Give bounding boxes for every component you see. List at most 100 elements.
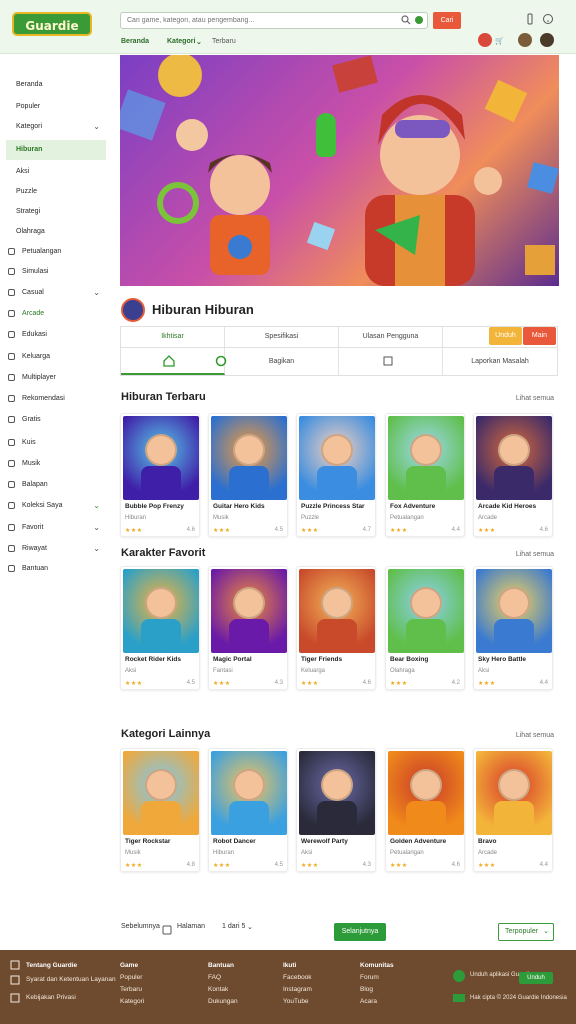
game-card[interactable]: Tiger Rockstar Musik ★★★ 4.8 [120,748,200,872]
game-card[interactable]: Bravo Arcade ★★★ 4.4 [473,748,553,872]
site-logo[interactable]: Guardie [12,12,92,36]
chevron-down-icon[interactable]: ⌄ [247,923,253,931]
tab-reviews[interactable]: Ulasan Pengguna [339,327,443,347]
sidebar-item[interactable]: Simulasi [6,262,106,282]
chevron-down-icon[interactable]: ⌄ [196,38,202,46]
footer-link[interactable]: Dukungan [208,996,238,1008]
download-button[interactable]: Unduh [489,327,522,345]
sidebar-item[interactable]: Populer [6,97,106,117]
game-card[interactable]: Magic Portal Fantasi ★★★ 4.3 [208,566,288,690]
page-select[interactable]: 1 dari 5 [222,923,245,930]
app-download-button[interactable]: Unduh [519,972,553,984]
game-thumbnail[interactable] [476,416,552,500]
tab-overview[interactable]: Ikhtisar [121,327,225,347]
sidebar-item[interactable]: Beranda [6,75,106,95]
game-card[interactable]: Fox Adventure Petualangan ★★★ 4.4 [385,413,465,537]
sidebar-item[interactable]: Casual ⌄ [6,283,106,303]
footer-link[interactable]: Terbaru [120,984,144,996]
footer-link[interactable]: YouTube [283,996,312,1008]
sidebar-item[interactable]: Kategori ⌄ [6,117,106,137]
footer-link[interactable]: Instagram [283,984,312,996]
footer-link[interactable]: FAQ [208,972,238,984]
mic-icon[interactable] [414,15,424,25]
game-thumbnail[interactable] [211,569,287,653]
footer-link[interactable]: Blog [360,984,394,996]
game-thumbnail[interactable] [211,751,287,835]
game-thumbnail[interactable] [123,751,199,835]
report-action[interactable]: Laporkan Masalah [443,348,557,375]
sidebar-item[interactable]: Strategi [6,202,106,222]
see-all-link[interactable]: Lihat semua [516,395,554,402]
footer-link[interactable]: Syarat dan Ketentuan Layanan [26,974,116,986]
game-card[interactable]: Werewolf Party Aksi ★★★ 4.3 [296,748,376,872]
sidebar-item[interactable]: Keluarga [6,347,106,367]
footer-link[interactable]: Tentang Guardie [26,960,116,972]
sidebar-item[interactable]: Balapan [6,475,106,495]
help-icon[interactable] [542,13,554,25]
game-thumbnail[interactable] [299,751,375,835]
sidebar-item[interactable]: Edukasi [6,325,106,345]
search-button[interactable]: Cari [433,12,461,29]
search-icon[interactable] [401,15,411,25]
sidebar-item[interactable]: Koleksi Saya ⌄ [6,496,106,516]
sidebar-item[interactable]: Aksi [6,162,106,182]
nav-home[interactable]: Beranda [121,38,149,45]
sidebar-item[interactable]: Gratis [6,410,106,430]
sidebar-item[interactable]: Multiplayer [6,368,106,388]
search-input[interactable] [121,13,391,28]
see-all-link[interactable]: Lihat semua [516,732,554,739]
sidebar-item[interactable]: Arcade [6,304,106,324]
footer-link[interactable]: Kontak [208,984,238,996]
sidebar-item[interactable]: Musik [6,454,106,474]
hero-banner[interactable] [120,55,559,286]
prev-label[interactable]: Sebelumnya [121,923,160,930]
game-card[interactable]: Bubble Pop Frenzy Hiburan ★★★ 4.6 [120,413,200,537]
sort-select[interactable]: Terpopuler ⌄ [498,923,554,941]
sidebar-item[interactable]: Kuis [6,433,106,453]
footer-link[interactable]: Facebook [283,972,312,984]
game-thumbnail[interactable] [388,569,464,653]
game-thumbnail[interactable] [299,416,375,500]
game-card[interactable]: Robot Dancer Hiburan ★★★ 4.5 [208,748,288,872]
nav-categories[interactable]: Kategori [167,38,195,45]
game-card[interactable]: Arcade Kid Heroes Arcade ★★★ 4.6 [473,413,553,537]
avatar[interactable] [518,33,532,47]
game-card[interactable]: Sky Hero Battle Aksi ★★★ 4.4 [473,566,553,690]
flag-icon[interactable] [478,33,492,47]
game-card[interactable]: Bear Boxing Olahraga ★★★ 4.2 [385,566,465,690]
game-thumbnail[interactable] [211,416,287,500]
game-card[interactable]: Rocket Rider Kids Aksi ★★★ 4.5 [120,566,200,690]
game-card[interactable]: Guitar Hero Kids Musik ★★★ 4.5 [208,413,288,537]
game-card[interactable]: Puzzle Princess Star Puzzle ★★★ 4.7 [296,413,376,537]
game-thumbnail[interactable] [123,416,199,500]
next-button[interactable]: Selanjutnya [334,923,386,941]
game-thumbnail[interactable] [388,751,464,835]
nav-latest[interactable]: Terbaru [212,38,236,45]
sidebar-item[interactable]: Favorit ⌄ [6,518,106,538]
sidebar-item[interactable]: Riwayat ⌄ [6,539,106,559]
bookmark-action[interactable] [339,348,443,375]
sidebar-item[interactable]: Hiburan [6,140,106,160]
game-thumbnail[interactable] [388,416,464,500]
game-card[interactable]: Tiger Friends Keluarga ★★★ 4.6 [296,566,376,690]
sidebar-item[interactable]: Olahraga [6,222,106,242]
sidebar-item[interactable]: Puzzle [6,182,106,202]
game-thumbnail[interactable] [476,751,552,835]
share-action[interactable]: Bagikan [215,348,339,375]
footer-link[interactable]: Kebijakan Privasi [26,992,116,1004]
see-all-link[interactable]: Lihat semua [516,551,554,558]
footer-link[interactable]: Acara [360,996,394,1008]
sidebar-item[interactable]: Bantuan [6,559,106,579]
sidebar-item[interactable]: Petualangan [6,242,106,262]
phone-icon[interactable] [524,13,536,25]
sidebar-item[interactable]: Rekomendasi [6,389,106,409]
home-action[interactable] [121,348,225,375]
avatar-secondary[interactable] [540,33,554,47]
game-card[interactable]: Golden Adventure Petualangan ★★★ 4.6 [385,748,465,872]
footer-link[interactable]: Forum [360,972,394,984]
play-button[interactable]: Main [523,327,556,345]
footer-link[interactable]: Kategori [120,996,144,1008]
game-thumbnail[interactable] [476,569,552,653]
game-thumbnail[interactable] [123,569,199,653]
game-thumbnail[interactable] [299,569,375,653]
